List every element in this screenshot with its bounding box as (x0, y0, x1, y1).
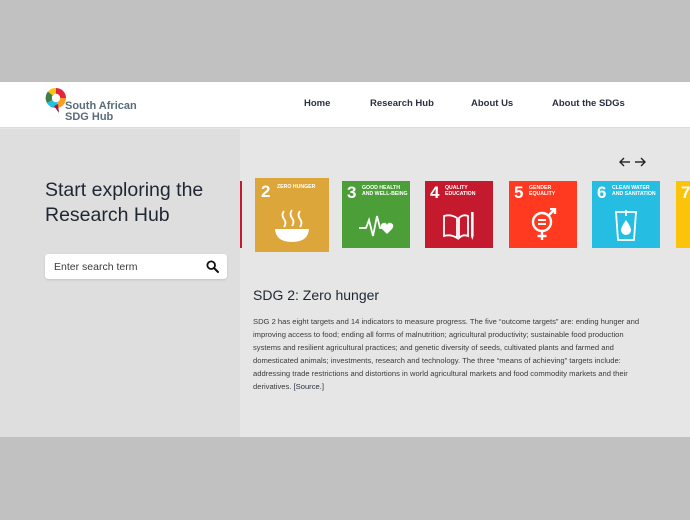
hero-title: Start exploring the Research Hub (45, 179, 204, 226)
tile-label: Zero Hunger (277, 184, 316, 190)
tile-number: 6 (597, 183, 607, 202)
sdg-tile-7[interactable]: 7 (676, 181, 690, 248)
sdg-tile-2[interactable]: 2 Zero Hunger (255, 178, 329, 252)
carousel-arrows (618, 156, 650, 170)
tile-number: 4 (430, 183, 440, 202)
tile-number: 3 (347, 183, 357, 202)
tile-label: Gender Equality (529, 185, 556, 197)
tile-number: 5 (514, 183, 524, 202)
logo-line-2: SDG Hub (65, 111, 114, 123)
sdg-description-body: SDG 2 has eight targets and 14 indicator… (253, 315, 648, 393)
nav-about-us[interactable]: About Us (471, 98, 513, 109)
sdg-carousel: 2 Zero Hunger 3 Good Health and Well-Bei… (240, 178, 690, 252)
nav-about-the-sdgs[interactable]: About the SDGs (552, 98, 625, 109)
tile-number: 7 (681, 183, 690, 202)
water-drop-icon (615, 210, 637, 241)
tile-label: Clean Water and Sanitation (612, 185, 656, 197)
gender-symbol-icon (531, 208, 557, 240)
search-box (45, 254, 227, 279)
tile-label: Good Health and Well-Being (362, 185, 408, 197)
sdg-tile-5[interactable]: 5 Gender Equality (509, 181, 577, 248)
arrow-left-icon[interactable] (618, 156, 631, 168)
hero-panel: Start exploring the Research Hub (0, 129, 240, 437)
nav-research-hub[interactable]: Research Hub (370, 98, 434, 109)
source-link[interactable]: [Source.] (294, 382, 324, 391)
description-text: SDG 2 has eight targets and 14 indicator… (253, 317, 640, 391)
book-icon (443, 212, 474, 241)
sdg-tile-6[interactable]: 6 Clean Water and Sanitation (592, 181, 660, 248)
sdg-tile-4[interactable]: 4 Quality Education (425, 181, 493, 248)
arrow-right-icon[interactable] (634, 156, 647, 168)
bowl-icon (275, 209, 309, 242)
tile-label: Quality Education (445, 185, 476, 197)
sdg-tile-3[interactable]: 3 Good Health and Well-Being (342, 181, 410, 248)
main-nav: Home Research Hub About Us About the SDG… (0, 98, 690, 112)
search-icon[interactable] (206, 260, 219, 273)
heartbeat-icon (359, 215, 394, 237)
site-header: South African SDG Hub Home Research Hub … (0, 82, 690, 128)
website-viewport: South African SDG Hub Home Research Hub … (0, 82, 690, 437)
nav-home[interactable]: Home (304, 98, 330, 109)
sdg-description-title: SDG 2: Zero hunger (253, 287, 380, 303)
tile-number: 2 (261, 182, 271, 201)
search-input[interactable] (45, 254, 195, 279)
